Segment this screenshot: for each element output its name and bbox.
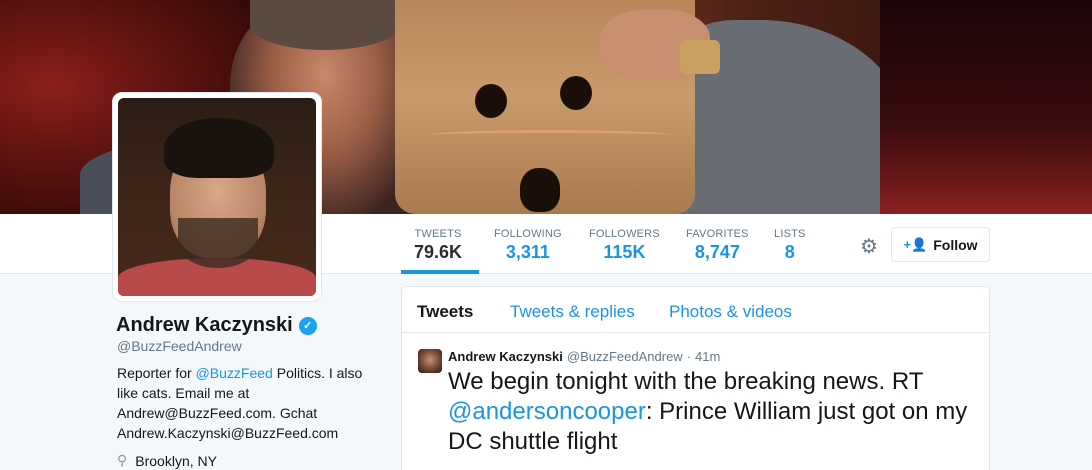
verified-check-icon: ✓ <box>298 316 317 335</box>
stat-value: 3,311 <box>505 242 550 262</box>
stat-value: 115K <box>603 242 646 262</box>
stat-value: 79.6K <box>414 242 463 262</box>
tab-tweets-and-replies[interactable]: Tweets & replies <box>510 302 635 322</box>
bio-text-prefix: Reporter for <box>117 365 196 381</box>
profile-name-text: Andrew Kaczynski <box>116 314 293 336</box>
stat-value: 8 <box>784 242 795 262</box>
tweet-header: Andrew Kaczynski @BuzzFeedAndrew · 41m <box>448 349 720 364</box>
avatar-hair <box>164 118 274 178</box>
profile-handle[interactable]: @BuzzFeedAndrew <box>117 338 242 354</box>
tweet-mention-link[interactable]: @andersoncooper <box>448 398 646 425</box>
stat-lists[interactable]: LISTS 8 <box>774 228 806 263</box>
stat-followers[interactable]: FOLLOWERS 115K <box>589 228 660 263</box>
avatar-beard <box>178 218 258 268</box>
tweet-text: We begin tonight with the breaking news.… <box>448 367 978 457</box>
tab-tweets[interactable]: Tweets <box>417 302 473 322</box>
tweet-author-handle[interactable]: @BuzzFeedAndrew <box>567 349 683 364</box>
banner-bag-eye-right <box>560 76 592 110</box>
tweet-author-name[interactable]: Andrew Kaczynski <box>448 349 563 364</box>
banner-bag-eye-left <box>475 84 507 118</box>
banner-bag-mouth <box>520 168 560 212</box>
stat-label: LISTS <box>774 228 806 240</box>
active-stat-indicator <box>401 270 479 274</box>
avatar-photo <box>118 98 316 296</box>
stat-following[interactable]: FOLLOWING 3,311 <box>494 228 562 263</box>
tab-photos-and-videos[interactable]: Photos & videos <box>669 302 792 322</box>
stat-label: FOLLOWERS <box>589 228 660 240</box>
location-text: Brooklyn, NY <box>135 452 217 469</box>
banner-bag-string <box>430 130 670 140</box>
stat-label: FOLLOWING <box>494 228 562 240</box>
gear-icon[interactable]: ⚙ <box>858 236 880 258</box>
stat-value: 8,747 <box>694 242 740 262</box>
tweet-author-avatar[interactable] <box>418 349 442 373</box>
location-pin-icon: ⚲ <box>117 452 128 468</box>
profile-name[interactable]: Andrew Kaczynski ✓ <box>116 314 317 337</box>
add-user-icon: +👤 <box>903 236 928 252</box>
follow-button[interactable]: +👤 Follow <box>891 227 990 262</box>
profile-bio: Reporter for @BuzzFeed Politics. I also … <box>117 363 377 443</box>
stat-tweets[interactable]: TWEETS 79.6K <box>414 228 462 263</box>
stat-label: FAVORITES <box>686 228 749 240</box>
follow-label: Follow <box>933 236 978 253</box>
banner-man-hair <box>250 0 400 50</box>
tweet-text-prefix: We begin tonight with the breaking news.… <box>448 368 923 395</box>
profile-location: ⚲ Brooklyn, NY <box>117 452 217 469</box>
avatar[interactable] <box>112 92 322 302</box>
banner-right-background <box>880 0 1092 214</box>
stat-favorites[interactable]: FAVORITES 8,747 <box>686 228 749 263</box>
tweets-panel: Tweets Tweets & replies Photos & videos … <box>401 286 990 470</box>
bio-buzzfeed-link[interactable]: @BuzzFeed <box>196 365 273 381</box>
tweets-tabs: Tweets Tweets & replies Photos & videos <box>402 287 989 333</box>
stat-label: TWEETS <box>414 228 462 240</box>
tweet-separator: · <box>686 349 692 364</box>
tweet-timestamp[interactable]: 41m <box>695 349 720 364</box>
banner-watch <box>680 40 720 74</box>
